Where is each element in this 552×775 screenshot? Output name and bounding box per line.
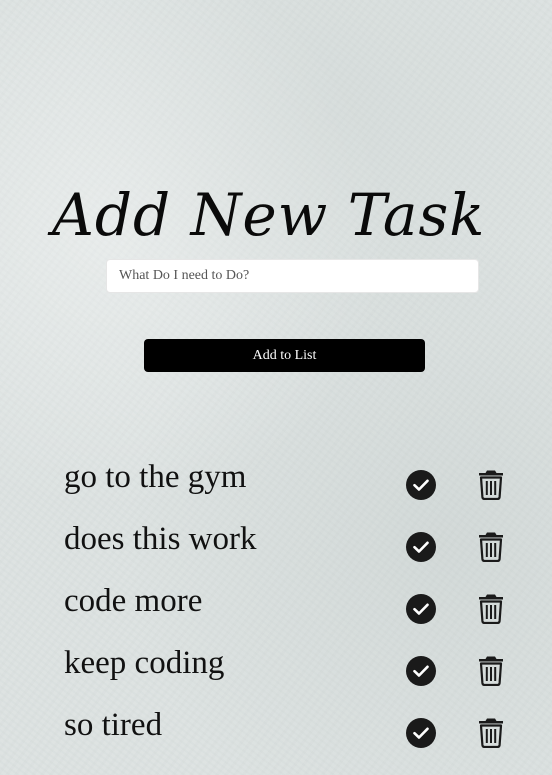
task-input[interactable] — [106, 259, 479, 293]
check-circle-icon[interactable] — [406, 656, 436, 686]
task-item: does this work — [0, 513, 552, 575]
task-text: go to the gym — [64, 459, 247, 495]
trash-icon[interactable] — [477, 468, 505, 501]
trash-icon[interactable] — [477, 716, 505, 749]
check-circle-icon[interactable] — [406, 532, 436, 562]
check-circle-icon[interactable] — [406, 594, 436, 624]
task-list: go to the gym does this work code more k… — [0, 451, 552, 761]
page-title: Add New Task — [52, 180, 486, 249]
trash-icon[interactable] — [477, 592, 505, 625]
task-text: does this work — [64, 521, 257, 557]
task-item: go to the gym — [0, 451, 552, 513]
task-text: keep coding — [64, 645, 225, 681]
task-item: so tired — [0, 699, 552, 761]
task-item: code more — [0, 575, 552, 637]
task-text: so tired — [64, 707, 163, 743]
trash-icon[interactable] — [477, 654, 505, 687]
task-item: keep coding — [0, 637, 552, 699]
add-to-list-button[interactable]: Add to List — [144, 339, 425, 372]
check-circle-icon[interactable] — [406, 470, 436, 500]
check-circle-icon[interactable] — [406, 718, 436, 748]
trash-icon[interactable] — [477, 530, 505, 563]
task-text: code more — [64, 583, 203, 619]
